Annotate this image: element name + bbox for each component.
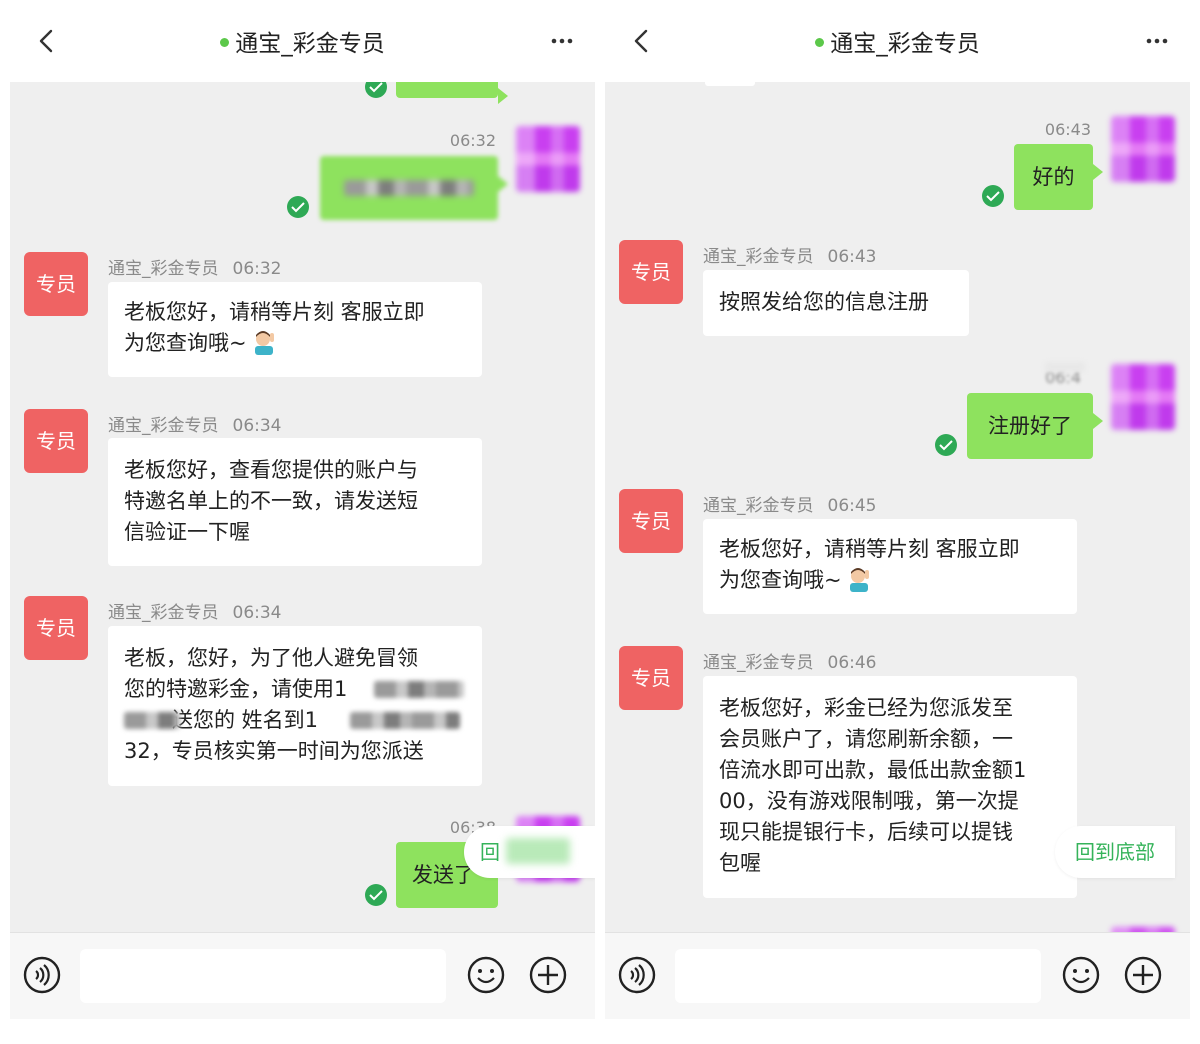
redacted-text — [344, 180, 474, 196]
redacted-text — [1045, 362, 1085, 372]
scroll-to-bottom-button[interactable]: 回到底部 — [1055, 826, 1175, 878]
message-line: 为您查询哦~ — [124, 328, 466, 359]
message-line: 倍流水即可出款，最低出款金额1 — [719, 758, 1027, 782]
plus-icon[interactable] — [528, 955, 568, 995]
redacted-text — [350, 712, 460, 729]
sent-message-bubble[interactable]: 注册好了 — [967, 393, 1103, 459]
message-line: 老板您好，请稍等片刻 客服立即 — [719, 537, 1020, 561]
sent-message-bubble[interactable] — [320, 156, 508, 220]
message-time: 06:45 — [827, 496, 877, 516]
chat-panel-left: 通宝_彩金专员 06:32 专员 通宝_彩金专员 06:32 老板您好，请稍等片刻… — [10, 0, 595, 1044]
more-dots-icon[interactable] — [1140, 26, 1174, 56]
emoji-icon[interactable] — [1061, 955, 1101, 995]
redacted-text — [374, 681, 464, 698]
sender-row: 通宝_彩金专员 06:45 — [703, 491, 877, 516]
message-list[interactable]: 06:43 好的 专员 通宝_彩金专员 06:43 按照发给您的信息注册 06:4… — [605, 82, 1190, 932]
agent-avatar[interactable]: 专员 — [619, 489, 683, 553]
message-time: 06:34 — [232, 603, 282, 623]
received-message-bubble[interactable]: 老板您好，请稍等片刻 客服立即 为您查询哦~ — [703, 519, 1077, 614]
message-time: 06:43 — [1044, 120, 1091, 139]
sender-row: 通宝_彩金专员 06:34 — [108, 411, 282, 436]
message-line: 现只能提银行卡，后续可以提钱 — [719, 820, 1013, 844]
check-icon — [935, 434, 957, 456]
message-time: 06:43 — [827, 247, 877, 267]
redacted-text — [124, 712, 180, 729]
message-line: 会员账户了，请您刷新余额，一 — [719, 727, 1013, 751]
received-message-bubble[interactable]: 老板，您好，为了他人避免冒领 您的特邀彩金，请使用1 送您的 姓名到1 32，专… — [108, 626, 482, 786]
message-line: 00，没有游戏限制哦，第一次提 — [719, 789, 1019, 813]
chat-header: 通宝_彩金专员 — [10, 0, 595, 82]
sent-message-bubble[interactable]: 好的 — [1014, 144, 1103, 210]
message-time: 06:34 — [232, 416, 282, 436]
message-line: 老板您好，彩金已经为您派发至 — [719, 696, 1013, 720]
chat-title-wrap: 通宝_彩金专员 — [605, 24, 1190, 58]
more-dots-icon[interactable] — [545, 26, 579, 56]
sender-name: 通宝_彩金专员 — [703, 653, 814, 673]
message-line: 送您的 姓名到1 — [124, 705, 466, 736]
message-line: 信验证一下喔 — [124, 520, 250, 544]
message-input[interactable] — [80, 949, 446, 1003]
message-line: 老板您好，请稍等片刻 客服立即 — [124, 300, 425, 324]
sender-row: 通宝_彩金专员 06:43 — [703, 242, 877, 267]
message-line: 特邀名单上的不一致，请发送短 — [124, 489, 418, 513]
chat-title: 通宝_彩金专员 — [830, 31, 980, 57]
message-line: 按照发给您的信息注册 — [719, 290, 929, 314]
my-avatar — [516, 126, 580, 192]
plus-icon[interactable] — [1123, 955, 1163, 995]
message-line: 包喔 — [719, 851, 761, 875]
person-tipping-hand-emoji — [849, 568, 869, 592]
agent-avatar[interactable]: 专员 — [24, 596, 88, 660]
chat-title: 通宝_彩金专员 — [235, 31, 385, 57]
agent-avatar[interactable]: 专员 — [24, 252, 88, 316]
message-line: 老板，您好，为了他人避免冒领 — [124, 646, 418, 670]
check-icon — [287, 196, 309, 218]
partial-message — [705, 82, 755, 86]
message-input[interactable] — [675, 949, 1041, 1003]
chat-title-wrap: 通宝_彩金专员 — [10, 24, 595, 58]
received-message-bubble[interactable]: 老板您好，请稍等片刻 客服立即 为您查询哦~ — [108, 282, 482, 377]
voice-icon[interactable] — [617, 955, 657, 995]
check-icon — [365, 82, 387, 98]
voice-icon[interactable] — [22, 955, 62, 995]
sender-row: 通宝_彩金专员 06:32 — [108, 254, 282, 279]
agent-avatar[interactable]: 专员 — [619, 240, 683, 304]
person-tipping-hand-emoji — [254, 331, 274, 355]
input-bar — [605, 932, 1190, 1019]
online-status-dot — [220, 38, 230, 47]
sender-name: 通宝_彩金专员 — [108, 603, 219, 623]
sender-row: 通宝_彩金专员 06:34 — [108, 598, 282, 623]
my-avatar — [1111, 116, 1175, 182]
sender-name: 通宝_彩金专员 — [703, 496, 814, 516]
agent-avatar[interactable]: 专员 — [24, 409, 88, 473]
sender-name: 通宝_彩金专员 — [108, 259, 219, 279]
my-avatar — [1111, 364, 1175, 430]
message-line: 为您查询哦~ — [719, 565, 1061, 596]
received-message-bubble[interactable]: 老板您好，查看您提供的账户与 特邀名单上的不一致，请发送短 信验证一下喔 — [108, 438, 482, 566]
sender-name: 通宝_彩金专员 — [703, 247, 814, 267]
check-icon — [365, 884, 387, 906]
message-time: 06:32 — [449, 131, 496, 150]
chat-panel-right: 通宝_彩金专员 06:43 好的 专员 通宝_彩金专员 06:43 按照发给您的信… — [605, 0, 1190, 1044]
sender-name: 通宝_彩金专员 — [108, 416, 219, 436]
message-time: 06:46 — [827, 653, 877, 673]
check-icon — [982, 185, 1004, 207]
redacted-text — [506, 838, 570, 864]
agent-avatar[interactable]: 专员 — [619, 646, 683, 710]
received-message-bubble[interactable]: 老板您好，彩金已经为您派发至 会员账户了，请您刷新余额，一 倍流水即可出款，最低… — [703, 676, 1077, 898]
emoji-icon[interactable] — [466, 955, 506, 995]
message-line: 32，专员核实第一时间为您派送 — [124, 739, 424, 763]
message-time: 06:32 — [232, 259, 282, 279]
online-status-dot — [815, 38, 825, 47]
received-message-bubble[interactable]: 按照发给您的信息注册 — [703, 270, 969, 336]
chat-header: 通宝_彩金专员 — [605, 0, 1190, 82]
message-line: 您的特邀彩金，请使用1 — [124, 674, 466, 705]
sender-row: 通宝_彩金专员 06:46 — [703, 648, 877, 673]
message-line: 老板您好，查看您提供的账户与 — [124, 458, 418, 482]
sent-message-bubble[interactable] — [396, 82, 508, 104]
message-list[interactable]: 06:32 专员 通宝_彩金专员 06:32 老板您好，请稍等片刻 客服立即 为您… — [10, 82, 595, 932]
input-bar — [10, 932, 595, 1019]
